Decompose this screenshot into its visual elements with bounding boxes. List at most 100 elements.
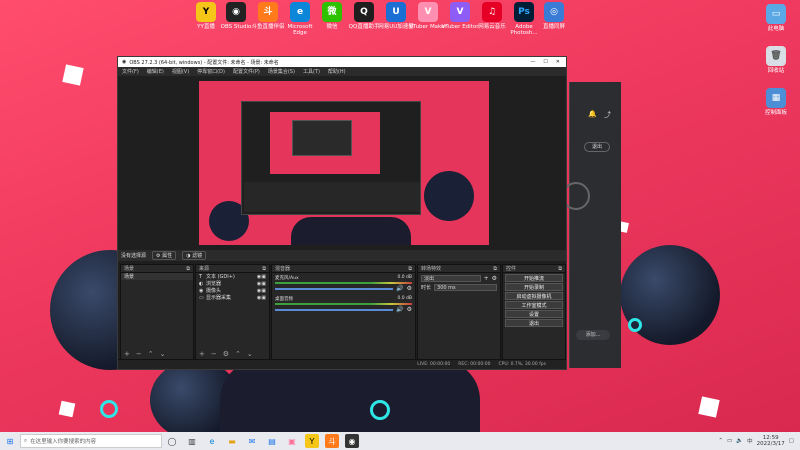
app-icon: 斗: [258, 2, 278, 22]
scenes-footer: + − ⌃ ⌄: [121, 349, 193, 359]
desktop-icon[interactable]: 🗑 回收站: [756, 46, 796, 74]
share-icon[interactable]: ⤴: [604, 110, 611, 120]
volume-slider[interactable]: [275, 287, 394, 290]
gear-icon[interactable]: ⚙: [492, 275, 497, 282]
add-icon[interactable]: +: [199, 350, 205, 358]
app-icon: ◉: [226, 2, 246, 22]
menu-scene-collection[interactable]: 场景集合(S): [268, 68, 295, 75]
widgets-icon[interactable]: ▥: [185, 434, 199, 448]
dock-menu-icon[interactable]: ⧉: [408, 266, 412, 272]
dock-title: 场景 ⧉: [121, 265, 193, 273]
channel-controls: 🔊 ⚙: [272, 285, 415, 292]
source-item[interactable]: ◉ 摄像头 ◉ ▣: [196, 287, 269, 295]
exit-button[interactable]: 退出: [505, 319, 563, 327]
source-item[interactable]: T 文本 (GDI+) ◉ ▣: [196, 273, 269, 281]
add-icon[interactable]: +: [484, 275, 489, 282]
dock-menu-icon[interactable]: ⧉: [186, 266, 190, 272]
start-virtual-camera-button[interactable]: 启动虚拟摄像机: [505, 292, 563, 300]
dock-menu-icon[interactable]: ⧉: [558, 266, 562, 272]
input-language[interactable]: 中: [747, 437, 753, 445]
menu-help[interactable]: 帮助(H): [328, 68, 346, 75]
speaker-icon[interactable]: 🔊: [396, 285, 403, 292]
properties-button[interactable]: ⚙ 属性: [152, 251, 177, 260]
windows-start-icon[interactable]: ⊞: [3, 434, 17, 448]
task-view-icon[interactable]: ◯: [165, 434, 179, 448]
source-item[interactable]: ▭ 显示器采集 ◉ ▣: [196, 294, 269, 302]
settings-button[interactable]: 设置: [505, 310, 563, 318]
lock-icon[interactable]: ▣: [261, 295, 266, 301]
explorer-icon[interactable]: ▬: [225, 434, 239, 448]
preview-canvas[interactable]: [199, 81, 489, 245]
volume-meter: [275, 282, 412, 284]
desktop-icon[interactable]: ◎ 直播同屏: [534, 2, 574, 30]
start-streaming-button[interactable]: 开始推流: [505, 274, 563, 282]
remove-icon[interactable]: −: [136, 350, 142, 358]
gear-icon[interactable]: ⚙: [223, 350, 229, 358]
menu-profile[interactable]: 配置文件(P): [233, 68, 260, 75]
menu-edit[interactable]: 编辑(E): [147, 68, 164, 75]
app-icon: Ps: [514, 2, 534, 22]
notification-icon[interactable]: ▢: [789, 438, 794, 444]
obs-app-icon: ◉: [122, 59, 127, 65]
studio-mode-button[interactable]: 工作室模式: [505, 301, 563, 309]
douyu-icon[interactable]: 斗: [325, 434, 339, 448]
volume-icon[interactable]: 🔈: [736, 438, 743, 444]
minimize-icon[interactable]: —: [530, 59, 535, 65]
channel-header: 麦克风/Aux 0.0 dB: [272, 275, 415, 281]
dock-menu-icon[interactable]: ⧉: [262, 266, 266, 272]
filters-button[interactable]: ◑ 滤镜: [182, 251, 207, 260]
gear-icon[interactable]: ⚙: [407, 285, 412, 292]
menu-view[interactable]: 视图(V): [172, 68, 189, 75]
desktop-icon[interactable]: ▭ 此电脑: [756, 4, 796, 32]
lock-icon[interactable]: ▣: [261, 288, 266, 294]
duration-input[interactable]: 300 ms: [434, 284, 497, 291]
side-add-button[interactable]: 添加...: [576, 330, 610, 340]
up-icon[interactable]: ⌃: [235, 350, 241, 358]
transition-row: 淡出 + ⚙: [418, 273, 500, 284]
store-icon[interactable]: ▤: [265, 434, 279, 448]
speaker-icon[interactable]: 🔊: [396, 306, 403, 313]
obs-window: ◉ OBS 27.2.3 (64-bit, windows) - 配置文件: 未…: [117, 56, 567, 370]
start-recording-button[interactable]: 开始录制: [505, 283, 563, 291]
bell-icon[interactable]: 🔔: [588, 110, 597, 118]
yy-icon[interactable]: Y: [305, 434, 319, 448]
up-icon[interactable]: ⌃: [148, 350, 154, 358]
gear-icon[interactable]: ⚙: [407, 306, 412, 313]
obs-titlebar: ◉ OBS 27.2.3 (64-bit, windows) - 配置文件: 未…: [118, 57, 566, 67]
menu-tools[interactable]: 工具(T): [303, 68, 320, 75]
bilibili-icon[interactable]: ▣: [285, 434, 299, 448]
browser-icon: ◐: [199, 280, 204, 287]
channel-db: 0.0 dB: [397, 275, 412, 280]
edge-icon[interactable]: e: [205, 434, 219, 448]
desktop-icon[interactable]: ▦ 控制面板: [756, 88, 796, 116]
menu-docks[interactable]: 停靠窗口(D): [197, 68, 225, 75]
remove-icon[interactable]: −: [211, 350, 217, 358]
menu-file[interactable]: 文件(F): [122, 68, 139, 75]
desktop-icon-label: QQ直播助手: [348, 24, 380, 30]
maximize-icon[interactable]: ☐: [543, 59, 547, 65]
source-label: 浏览器: [206, 281, 222, 287]
transitions-dock: 转场特效 ⧉ 淡出 + ⚙ 时长 300 ms: [417, 264, 501, 360]
duration-row: 时长 300 ms: [418, 284, 500, 291]
computer-icon: ▭: [766, 4, 786, 24]
taskbar-search[interactable]: ⌕ 在这里输入你要搜索的内容: [20, 434, 162, 448]
mail-icon[interactable]: ✉: [245, 434, 259, 448]
close-icon[interactable]: ✕: [556, 59, 560, 65]
lock-icon[interactable]: ▣: [261, 281, 266, 287]
down-icon[interactable]: ⌄: [247, 350, 253, 358]
clock[interactable]: 12:59 2022/3/17: [757, 435, 785, 447]
obs-taskbar-icon[interactable]: ◉: [345, 434, 359, 448]
decor-robot: [220, 360, 480, 432]
side-exit-button[interactable]: 退出: [584, 142, 610, 152]
lock-icon[interactable]: ▣: [261, 274, 266, 280]
network-icon[interactable]: ▭: [727, 438, 732, 444]
add-icon[interactable]: +: [124, 350, 130, 358]
dock-menu-icon[interactable]: ⧉: [493, 266, 497, 272]
tray-chevron-icon[interactable]: ⌃: [718, 438, 723, 444]
preview-decor: [291, 217, 411, 245]
down-icon[interactable]: ⌄: [160, 350, 166, 358]
transition-select[interactable]: 淡出: [421, 275, 481, 282]
source-item[interactable]: ◐ 浏览器 ◉ ▣: [196, 280, 269, 288]
scene-item[interactable]: 场景: [121, 273, 193, 280]
volume-slider[interactable]: [275, 308, 394, 311]
